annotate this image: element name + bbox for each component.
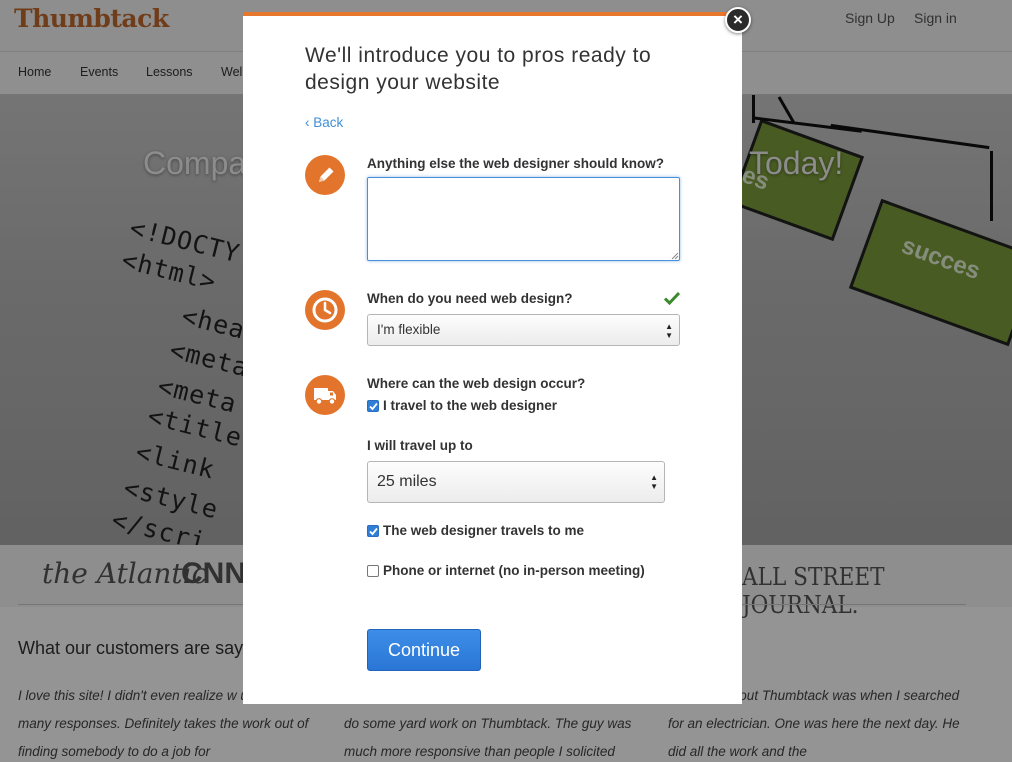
checkbox-label: I travel to the web designer [383,398,558,413]
distance-select-value: 25 miles [377,473,437,490]
pencil-icon [305,155,345,195]
truck-icon [305,375,345,415]
checkbox-checked[interactable] [367,400,379,412]
request-modal: We'll introduce you to pros ready to des… [243,12,742,704]
checkbox-checked[interactable] [367,525,379,537]
checkbox-label: The web designer travels to me [383,523,585,538]
timing-select-value: I'm flexible [377,322,441,337]
question-label: When do you need web design? [367,291,573,306]
question-label: Anything else the web designer should kn… [367,156,665,171]
timing-select[interactable]: I'm flexible ▲ ▼ [367,314,680,346]
continue-button[interactable]: Continue [367,629,481,671]
checkbox-label: Phone or internet (no in-person meeting) [383,563,645,578]
checkbox-unchecked[interactable] [367,565,379,577]
back-link[interactable]: ‹ Back [305,115,343,130]
distance-label: I will travel up to [367,438,473,453]
question-label: Where can the web design occur? [367,376,586,391]
resize-grip-icon[interactable] [671,252,679,260]
details-textarea[interactable] [367,177,680,261]
checkmark-icon [664,291,680,305]
select-arrows-icon: ▲ ▼ [650,473,658,491]
distance-select[interactable]: 25 miles ▲ ▼ [367,461,665,503]
select-arrows-icon: ▲ ▼ [665,322,673,340]
clock-icon [305,290,345,330]
modal-title: We'll introduce you to pros ready to des… [305,44,652,94]
close-icon[interactable]: × [725,7,751,33]
